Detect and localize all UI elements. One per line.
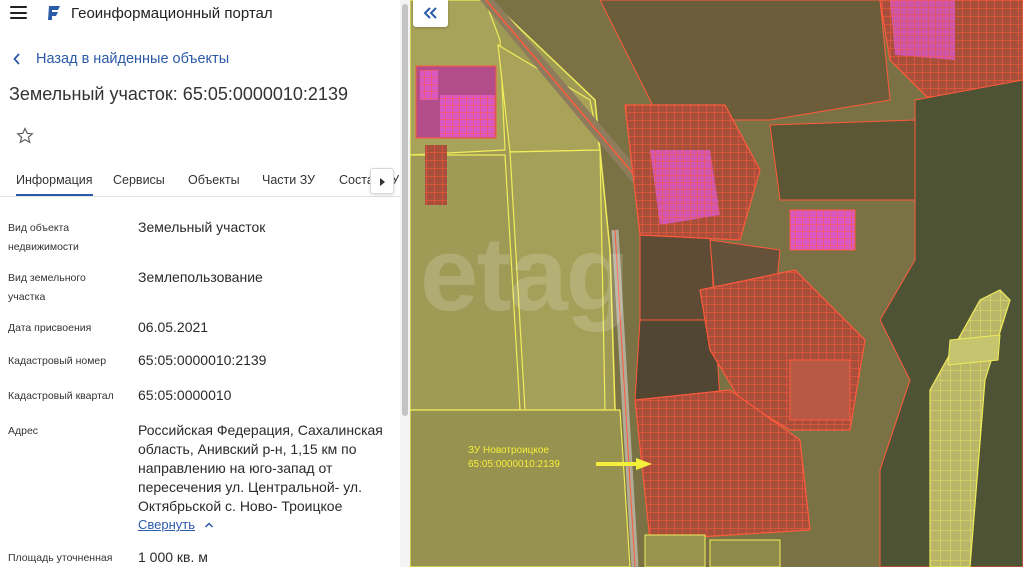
watermark: etag bbox=[420, 216, 630, 333]
address-value: Российская Федерация, Сахалинская област… bbox=[138, 422, 383, 514]
tabs-scroll-right-button[interactable] bbox=[370, 168, 394, 194]
page-title: Земельный участок: 65:05:0000010:2139 bbox=[9, 84, 348, 104]
map-label-number: 65:05:0000010:2139 bbox=[468, 459, 560, 470]
date-label: Дата присвоения bbox=[8, 322, 92, 334]
star-outline-icon[interactable] bbox=[16, 127, 34, 145]
app-title: Геоинформационный портал bbox=[71, 5, 273, 22]
area-label: Площадь уточненная bbox=[8, 552, 113, 564]
collapse-label: Свернуть bbox=[138, 517, 196, 532]
tab-bar: Информация Сервисы Объекты Части ЗУ Сост… bbox=[0, 168, 400, 197]
land-type-label: Вид земельного участка bbox=[8, 272, 86, 303]
portal-logo-icon bbox=[48, 6, 60, 20]
area-value: 1 000 кв. м bbox=[138, 549, 208, 565]
cadastral-number-value: 65:05:0000010:2139 bbox=[138, 352, 267, 368]
info-panel: Геоинформационный портал Назад в найденн… bbox=[0, 0, 410, 567]
back-link-label: Назад в найденные объекты bbox=[36, 51, 230, 67]
tab-objects[interactable]: Объекты bbox=[188, 173, 240, 187]
map-label-name: ЗУ Новотроицкое bbox=[468, 445, 550, 456]
tab-parts[interactable]: Части ЗУ bbox=[262, 173, 315, 187]
cadastral-quarter-label: Кадастровый квартал bbox=[8, 390, 114, 402]
tab-services[interactable]: Сервисы bbox=[113, 173, 165, 187]
land-type-value: Землепользование bbox=[138, 269, 263, 285]
object-type-label: Вид объекта недвижимости bbox=[8, 222, 79, 253]
double-chevron-left-icon bbox=[423, 7, 437, 19]
panel-scrollbar-thumb[interactable] bbox=[402, 4, 408, 416]
cadastral-quarter-value: 65:05:0000010 bbox=[138, 387, 232, 403]
tab-information[interactable]: Информация bbox=[16, 173, 93, 196]
top-bar: Геоинформационный портал bbox=[0, 0, 410, 26]
panel-toggle-button[interactable] bbox=[413, 0, 448, 27]
object-type-value: Земельный участок bbox=[138, 219, 266, 235]
hamburger-icon[interactable] bbox=[10, 6, 27, 19]
date-value: 06.05.2021 bbox=[138, 319, 209, 335]
address-label: Адрес bbox=[8, 425, 39, 437]
chevron-up-icon bbox=[204, 521, 214, 528]
back-link[interactable]: Назад в найденные объекты bbox=[12, 51, 229, 67]
cadastral-number-label: Кадастровый номер bbox=[8, 355, 107, 367]
collapse-link[interactable]: Свернуть bbox=[138, 517, 214, 532]
chevron-left-icon bbox=[13, 53, 20, 65]
